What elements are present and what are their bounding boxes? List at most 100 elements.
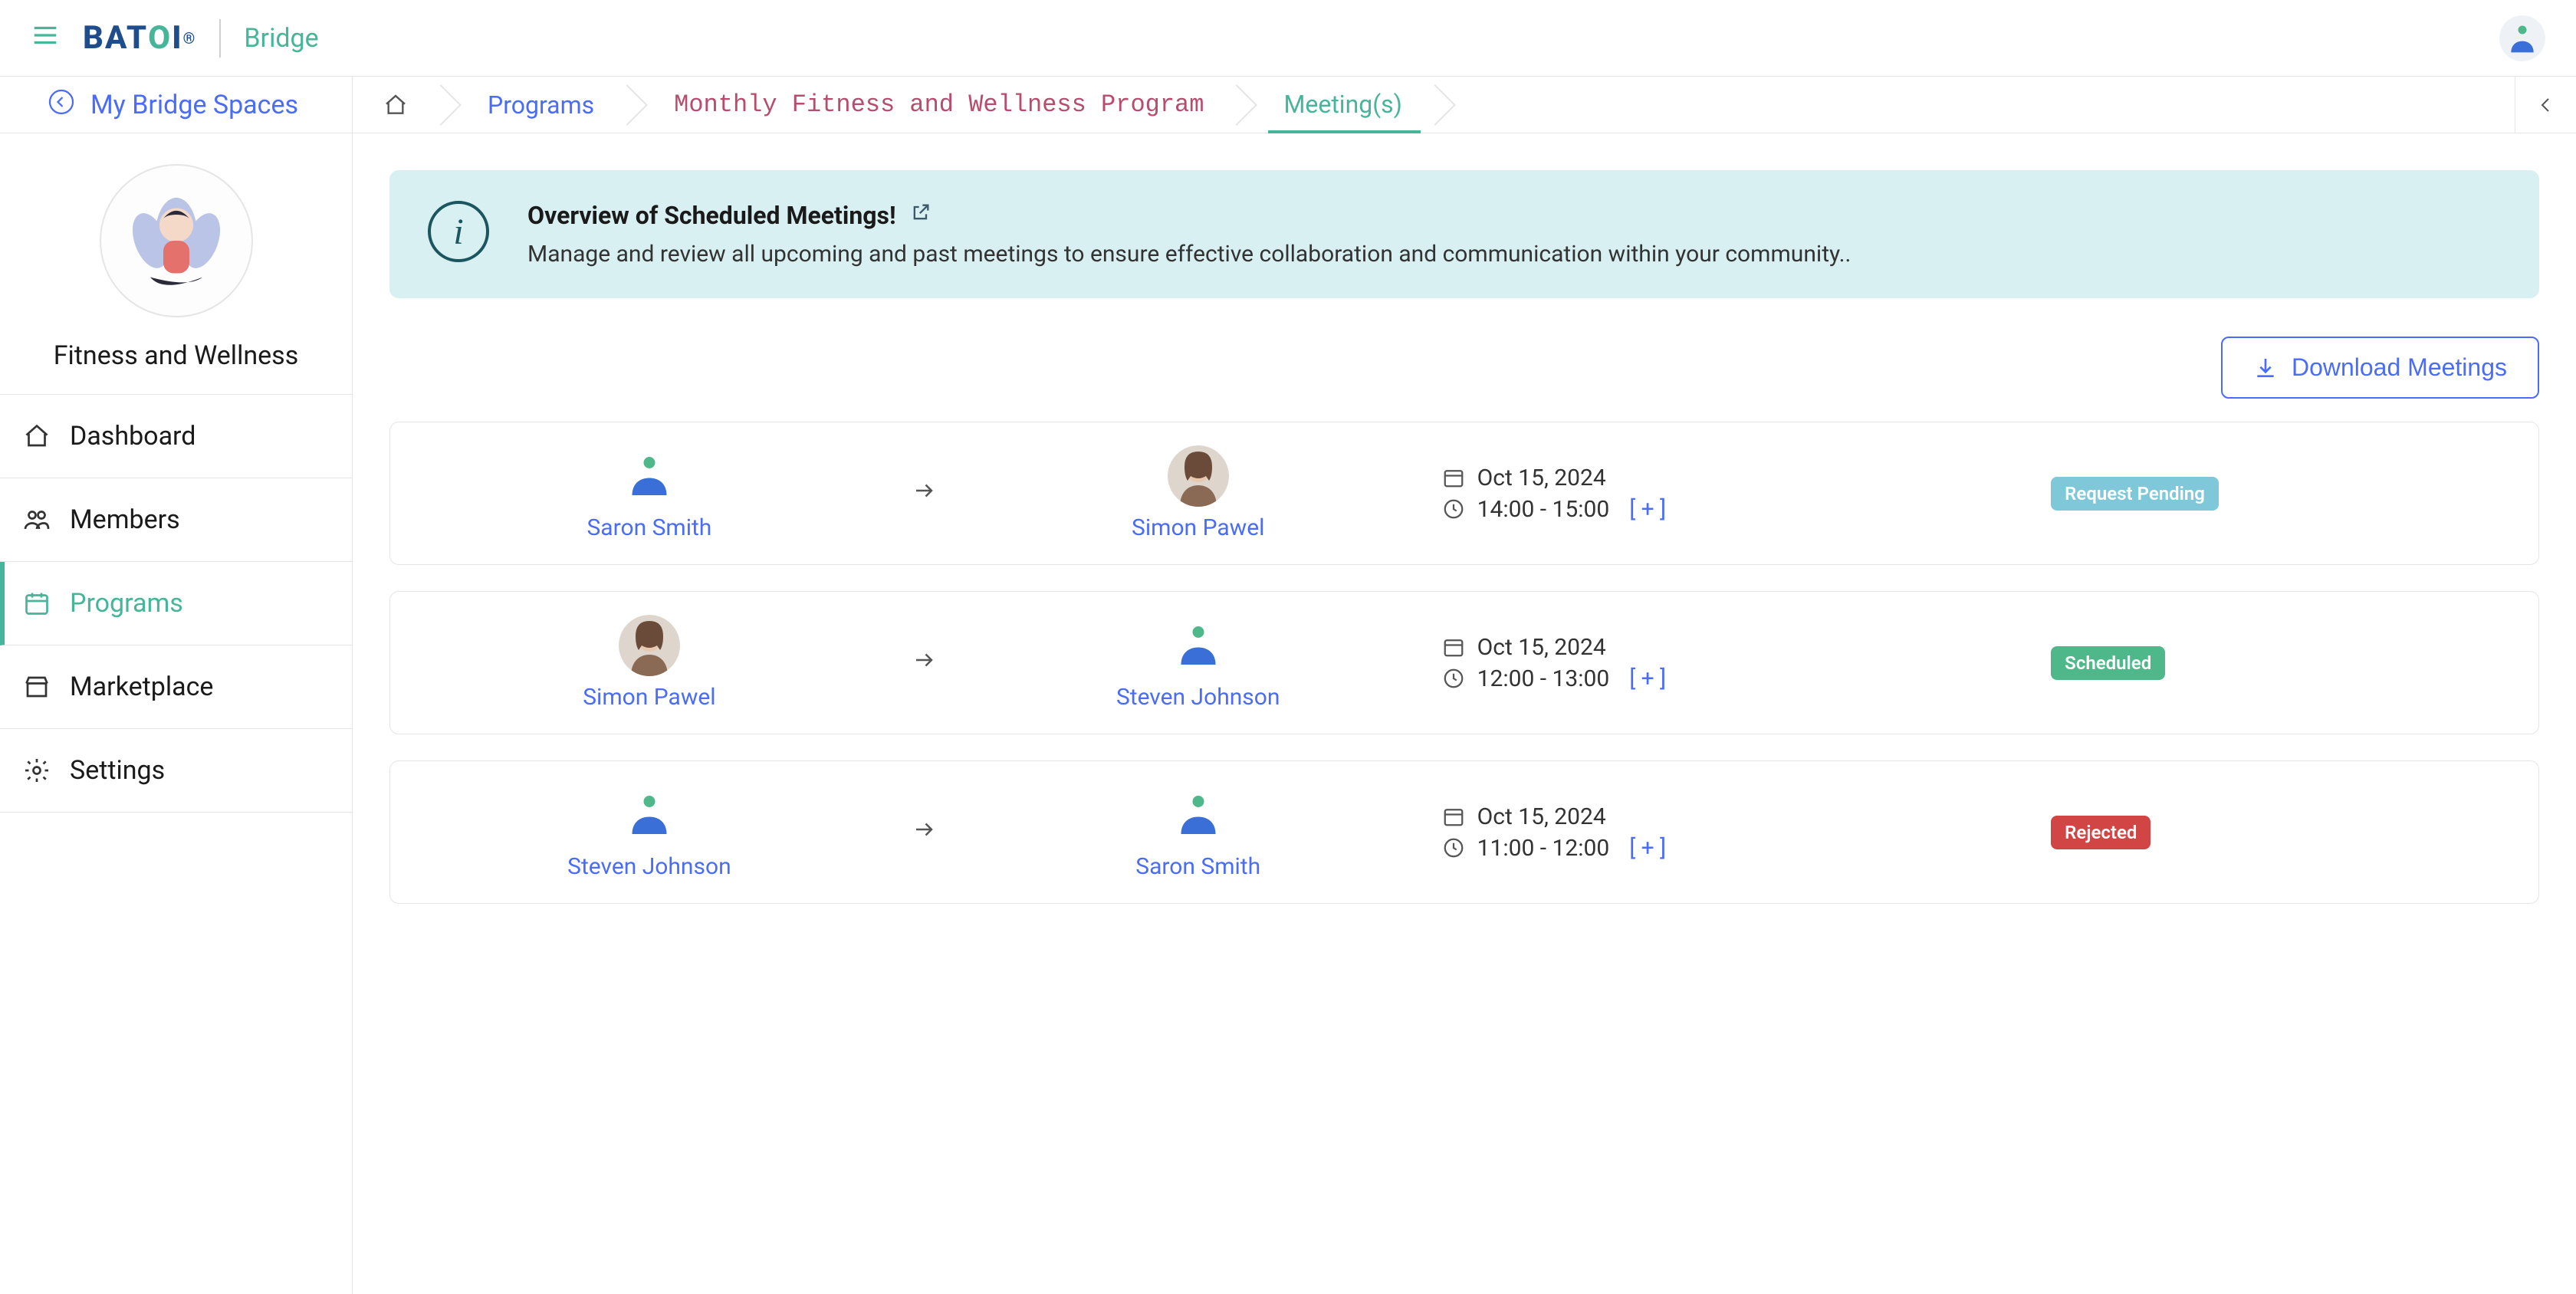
home-icon [23,422,51,450]
breadcrumb-program-name[interactable]: Monthly Fitness and Wellness Program [628,77,1237,133]
breadcrumb-home[interactable] [353,77,442,133]
banner-title: Overview of Scheduled Meetings! [527,201,896,230]
expand-time-button[interactable]: [ + ] [1629,835,1666,862]
calendar-icon [1442,466,1465,489]
breadcrumb-meetings-label: Meeting(s) [1283,90,1401,120]
download-icon [2253,356,2278,380]
meeting-time: 12:00 - 13:00 [1477,665,1610,692]
info-banner: i Overview of Scheduled Meetings! Manage… [389,170,2539,298]
expand-time-button[interactable]: [ + ] [1629,665,1666,692]
store-icon [23,673,51,701]
logo-divider [219,19,221,57]
top-bar-left: BATOI® Bridge [31,19,319,57]
arrow-right-icon [893,818,955,847]
sidebar-item-marketplace[interactable]: Marketplace [0,645,352,729]
meeting-date: Oct 15, 2024 [1477,465,1606,491]
meeting-status: Rejected [2051,816,2508,849]
arrow-right-icon [893,649,955,678]
arrow-right-icon [893,479,955,508]
sidebar-item-settings[interactable]: Settings [0,729,352,813]
meditation-icon [111,176,242,306]
breadcrumb: Programs Monthly Fitness and Wellness Pr… [353,77,2515,133]
space-avatar [100,164,253,317]
page-body: Fitness and Wellness Dashboard Members P… [0,133,2576,1294]
meeting-datetime: Oct 15, 202411:00 - 12:00[ + ] [1442,799,2036,866]
meeting-row: Saron Smith Simon Pawel Oct 15, 202414:00… [389,422,2539,565]
person-avatar-icon [619,445,680,507]
person-avatar-icon [1168,784,1229,846]
my-spaces-label: My Bridge Spaces [90,90,298,120]
clock-icon [1442,836,1465,859]
back-arrow-icon [48,88,75,122]
expand-time-button[interactable]: [ + ] [1629,496,1666,523]
banner-description: Manage and review all upcoming and past … [527,241,1851,268]
sidebar-item-members[interactable]: Members [0,478,352,562]
clock-icon [1442,667,1465,690]
download-meetings-button[interactable]: Download Meetings [2221,337,2539,399]
meeting-to-person[interactable]: Steven Johnson [970,615,1427,711]
hamburger-icon[interactable] [31,21,60,56]
meeting-date: Oct 15, 2024 [1477,803,1606,830]
sidebar-item-programs[interactable]: Programs [0,562,352,645]
meeting-datetime: Oct 15, 202414:00 - 15:00[ + ] [1442,460,2036,527]
nav-label: Members [70,504,180,535]
breadcrumb-collapse[interactable] [2515,77,2576,133]
breadcrumb-programs-label: Programs [488,90,594,120]
download-label: Download Meetings [2292,353,2507,382]
person-name: Simon Pawel [970,514,1427,541]
members-icon [23,506,51,534]
person-name: Steven Johnson [421,853,878,880]
meeting-row: Steven Johnson Saron Smith Oct 15, 202411… [389,760,2539,904]
user-avatar-menu[interactable] [2499,15,2545,61]
person-avatar-icon [619,615,680,676]
meeting-to-person[interactable]: Simon Pawel [970,445,1427,541]
nav-label: Settings [70,755,165,786]
gear-icon [23,757,51,784]
meeting-status: Request Pending [2051,477,2508,511]
chevron-left-icon [2537,96,2555,114]
nav-label: Dashboard [70,421,196,452]
space-info: Fitness and Wellness [0,133,352,395]
person-avatar-icon [619,784,680,846]
person-name: Saron Smith [421,514,878,541]
meeting-from-person[interactable]: Steven Johnson [421,784,878,880]
meeting-to-person[interactable]: Saron Smith [970,784,1427,880]
meeting-date: Oct 15, 2024 [1477,634,1606,661]
actions-row: Download Meetings [389,337,2539,399]
person-avatar-icon [1168,615,1229,676]
person-avatar-icon [1168,445,1229,507]
person-name: Simon Pawel [421,684,878,711]
banner-text: Overview of Scheduled Meetings! Manage a… [527,201,1851,268]
sidebar-item-dashboard[interactable]: Dashboard [0,395,352,478]
my-spaces-link[interactable]: My Bridge Spaces [0,77,353,133]
breadcrumb-programs[interactable]: Programs [442,77,628,133]
home-icon [383,93,408,117]
clock-icon [1442,498,1465,521]
meeting-row: Simon Pawel Steven Johnson Oct 15, 2024 12… [389,591,2539,734]
info-icon: i [428,201,489,262]
person-name: Saron Smith [970,853,1427,880]
logo-text: BATOI® [83,19,196,57]
meeting-status: Scheduled [2051,646,2508,680]
main-content: i Overview of Scheduled Meetings! Manage… [353,133,2576,1294]
nav-label: Programs [70,588,183,619]
meeting-datetime: Oct 15, 2024 12:00 - 13:00 [ + ] [1442,629,2036,697]
top-bar: BATOI® Bridge [0,0,2576,77]
sub-header: My Bridge Spaces Programs Monthly Fitnes… [0,77,2576,133]
status-badge: Scheduled [2051,646,2165,680]
breadcrumb-meetings[interactable]: Meeting(s) [1237,77,1435,133]
calendar-icon [1442,636,1465,658]
external-link-icon[interactable] [910,202,932,229]
sidebar: Fitness and Wellness Dashboard Members P… [0,133,353,1294]
brand-logo[interactable]: BATOI® Bridge [83,19,319,57]
calendar-icon [23,590,51,617]
calendar-icon [1442,805,1465,828]
meetings-list: Saron Smith Simon Pawel Oct 15, 202414:00… [389,422,2539,904]
breadcrumb-program-label: Monthly Fitness and Wellness Program [674,90,1204,119]
meeting-from-person[interactable]: Saron Smith [421,445,878,541]
space-name: Fitness and Wellness [15,340,337,371]
person-name: Steven Johnson [970,684,1427,711]
status-badge: Request Pending [2051,477,2219,511]
meeting-from-person[interactable]: Simon Pawel [421,615,878,711]
status-badge: Rejected [2051,816,2150,849]
